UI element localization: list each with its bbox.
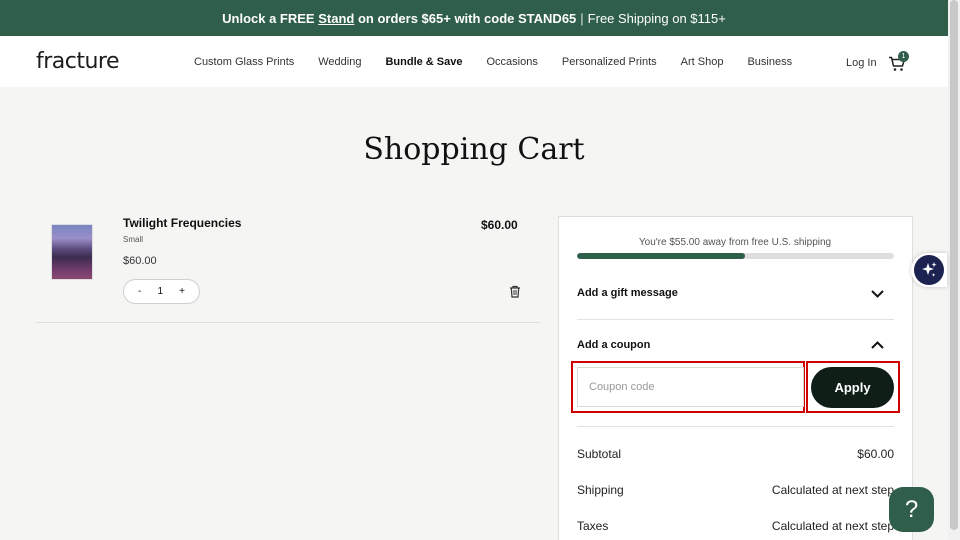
chevron-down-icon[interactable] bbox=[871, 290, 884, 298]
trash-icon[interactable] bbox=[509, 285, 521, 298]
nav-occasions[interactable]: Occasions bbox=[487, 56, 538, 68]
taxes-value: Calculated at next step bbox=[771, 519, 894, 533]
quantity-decrease-button[interactable]: - bbox=[138, 286, 141, 297]
quantity-increase-button[interactable]: + bbox=[179, 286, 185, 297]
cart-count-badge: 1 bbox=[898, 51, 909, 62]
main-nav: Custom Glass Prints Wedding Bundle & Sav… bbox=[182, 36, 804, 87]
chevron-up-icon[interactable] bbox=[871, 341, 884, 349]
promo-shipping: Free Shipping on $115+ bbox=[587, 10, 726, 26]
apply-coupon-button[interactable]: Apply bbox=[811, 367, 894, 408]
subtotal-label: Subtotal bbox=[577, 447, 622, 461]
nav-wedding[interactable]: Wedding bbox=[318, 56, 361, 68]
product-thumbnail[interactable] bbox=[51, 224, 93, 280]
gift-divider bbox=[577, 319, 894, 320]
quantity-value[interactable]: 1 bbox=[157, 286, 163, 297]
product-unit-price: $60.00 bbox=[123, 255, 157, 267]
free-shipping-message: You're $55.00 away from free U.S. shippi… bbox=[638, 237, 832, 248]
nav-bundle-save[interactable]: Bundle & Save bbox=[385, 56, 462, 68]
nav-art-shop[interactable]: Art Shop bbox=[681, 56, 724, 68]
coupon-toggle[interactable]: Add a coupon bbox=[577, 339, 650, 351]
page-scrollbar-thumb[interactable] bbox=[950, 0, 958, 530]
coupon-code-input[interactable] bbox=[577, 367, 804, 407]
nav-personalized-prints[interactable]: Personalized Prints bbox=[562, 56, 657, 68]
help-button[interactable]: ? bbox=[889, 487, 934, 532]
nav-custom-glass-prints[interactable]: Custom Glass Prints bbox=[194, 56, 294, 68]
product-line-total: $60.00 bbox=[481, 218, 518, 232]
taxes-label: Taxes bbox=[577, 519, 609, 533]
fracture-logo[interactable]: fracture bbox=[36, 49, 120, 74]
gift-message-toggle[interactable]: Add a gift message bbox=[577, 287, 678, 299]
quantity-stepper: - 1 + bbox=[123, 279, 200, 304]
free-shipping-progress-fill bbox=[577, 253, 745, 259]
promo-stand-link[interactable]: Stand bbox=[318, 11, 354, 26]
product-variant: Small bbox=[123, 235, 144, 244]
nav-business[interactable]: Business bbox=[747, 56, 792, 68]
promo-tail: on orders $65+ with code STAND65 bbox=[357, 10, 577, 26]
free-shipping-progress bbox=[577, 253, 894, 259]
site-header: fracture Custom Glass Prints Wedding Bun… bbox=[0, 36, 948, 87]
promo-separator: | bbox=[580, 10, 584, 26]
shipping-label: Shipping bbox=[577, 483, 624, 497]
login-link[interactable]: Log In bbox=[846, 57, 877, 69]
product-name[interactable]: Twilight Frequencies bbox=[123, 216, 241, 230]
sparkle-icon[interactable] bbox=[920, 261, 938, 279]
subtotal-value: $60.00 bbox=[857, 447, 894, 461]
promo-lead: Unlock a FREE bbox=[222, 10, 315, 26]
cart-item-divider bbox=[36, 322, 540, 323]
shipping-value: Calculated at next step bbox=[771, 483, 894, 497]
page-title: Shopping Cart bbox=[363, 132, 585, 167]
coupon-divider bbox=[577, 426, 894, 427]
promo-banner: Unlock a FREE Stand on orders $65+ with … bbox=[0, 0, 948, 36]
